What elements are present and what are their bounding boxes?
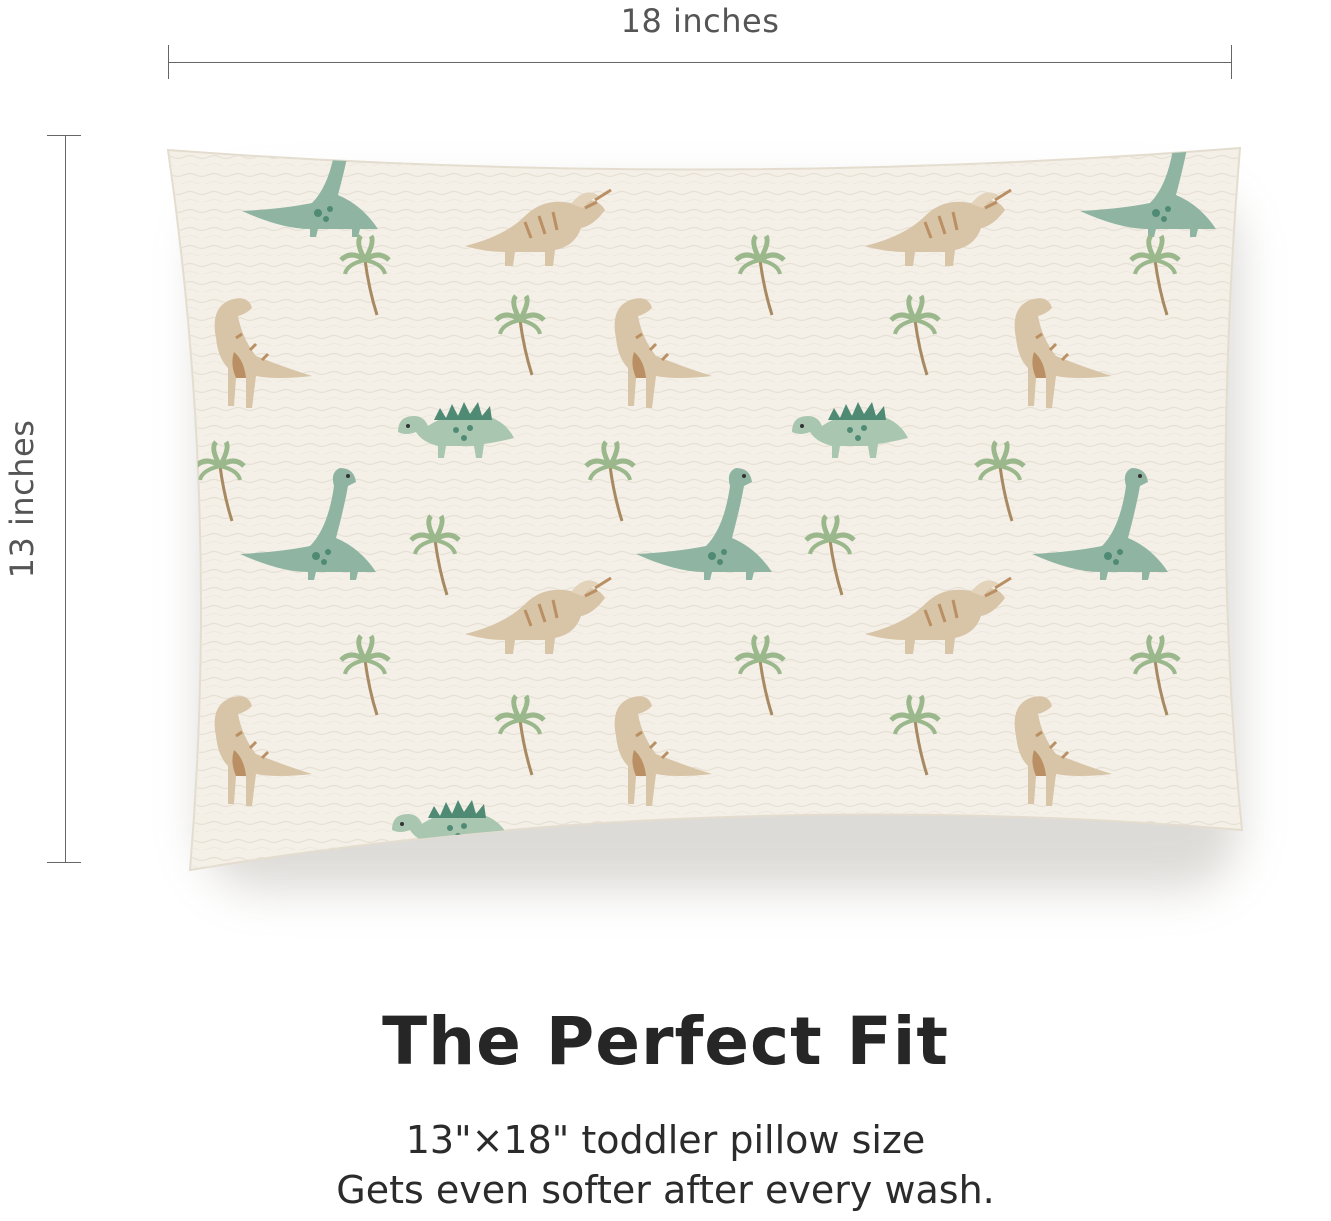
headline: The Perfect Fit [382,1003,949,1080]
softness-description: Gets even softer after every wash. [336,1168,995,1212]
height-label: 13 inches [3,419,41,579]
pillow-product-image [160,130,1250,900]
width-dimension-line [168,62,1232,63]
width-tick-left [168,45,169,79]
width-tick-right [1231,45,1232,79]
width-label: 18 inches [620,2,780,40]
height-tick-top [47,135,81,136]
size-description: 13"×18" toddler pillow size [405,1118,926,1162]
height-tick-bottom [47,862,81,863]
width-dimension: 18 inches [168,0,1232,80]
height-dimension-line [65,135,66,863]
height-dimension: 13 inches [0,135,90,863]
pillow-illustration [166,146,1244,872]
